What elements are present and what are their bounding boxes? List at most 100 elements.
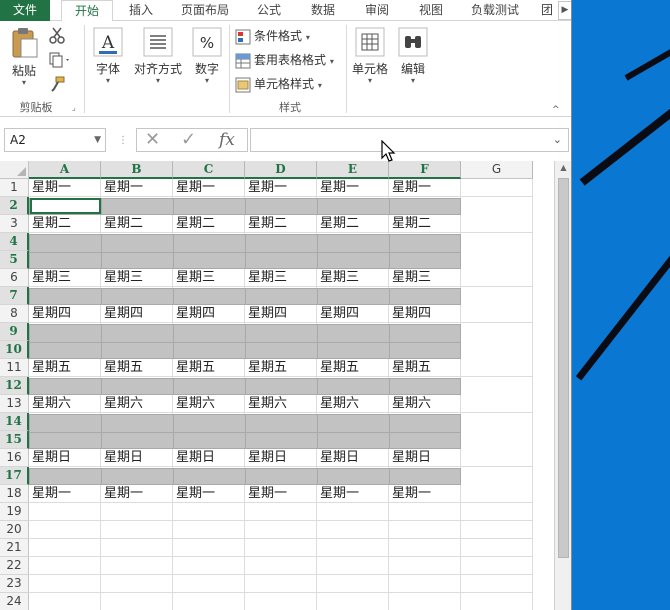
font-button[interactable]: A 字体 ▾ [90,27,126,85]
cancel-icon[interactable]: ✕ [145,129,160,151]
row-header-3[interactable]: 3 [0,215,29,233]
selection-band[interactable] [29,324,461,359]
cell-c1[interactable]: 星期一 [173,179,245,197]
tab-formulas[interactable]: 公式 [246,0,292,21]
cell-f6[interactable]: 星期三 [389,269,461,287]
column-header-d[interactable]: D [245,161,317,179]
row-header-9[interactable]: 9 [0,323,29,341]
conditional-format-button[interactable]: 条件格式 ▾ [235,26,310,46]
tab-insert[interactable]: 插入 [118,0,164,21]
tab-file[interactable]: 文件 [0,0,50,21]
name-box[interactable]: A2 ▼ [4,128,106,152]
cell-d13[interactable]: 星期六 [245,395,317,413]
scrollbar-thumb[interactable] [558,178,569,558]
row-header-2[interactable]: 2 [0,197,29,215]
cell-f3[interactable]: 星期二 [389,215,461,233]
copy-button[interactable] [48,51,74,71]
row-header-10[interactable]: 10 [0,341,29,359]
cell-d8[interactable]: 星期四 [245,305,317,323]
row-header-20[interactable]: 20 [0,521,29,539]
cell-e18[interactable]: 星期一 [317,485,389,503]
column-header-a[interactable]: A [29,161,101,179]
cells-button[interactable]: 单元格 ▾ [350,27,390,85]
row-header-13[interactable]: 13 [0,395,29,413]
cell-c3[interactable]: 星期二 [173,215,245,233]
cell-b8[interactable]: 星期四 [101,305,173,323]
cell-d1[interactable]: 星期一 [245,179,317,197]
cell-f16[interactable]: 星期日 [389,449,461,467]
tab-scroll-right-button[interactable]: ▶ [558,1,571,20]
column-header-b[interactable]: B [101,161,173,179]
cell-f1[interactable]: 星期一 [389,179,461,197]
paste-button[interactable]: 粘贴 ▾ [6,27,42,87]
active-cell[interactable] [30,198,101,214]
collapse-ribbon-icon[interactable]: ^ [552,105,560,115]
cell-b13[interactable]: 星期六 [101,395,173,413]
row-header-23[interactable]: 23 [0,575,29,593]
cell-c13[interactable]: 星期六 [173,395,245,413]
cell-a1[interactable]: 星期一 [29,179,101,197]
scroll-up-icon[interactable]: ▲ [557,163,570,176]
tab-home[interactable]: 开始 [61,0,113,22]
selection-band[interactable] [29,414,461,449]
tab-review[interactable]: 审阅 [354,0,400,21]
selection-band[interactable] [29,234,461,269]
row-header-18[interactable]: 18 [0,485,29,503]
row-header-8[interactable]: 8 [0,305,29,323]
cut-button[interactable] [48,27,70,47]
row-header-21[interactable]: 21 [0,539,29,557]
cell-b1[interactable]: 星期一 [101,179,173,197]
cell-e3[interactable]: 星期二 [317,215,389,233]
cell-a6[interactable]: 星期三 [29,269,101,287]
cell-e11[interactable]: 星期五 [317,359,389,377]
tab-team[interactable]: 团 [536,0,558,21]
format-as-table-button[interactable]: 套用表格格式 ▾ [235,50,334,70]
cell-f18[interactable]: 星期一 [389,485,461,503]
cell-c8[interactable]: 星期四 [173,305,245,323]
row-header-11[interactable]: 11 [0,359,29,377]
tab-page-layout[interactable]: 页面布局 [172,0,238,21]
row-header-19[interactable]: 19 [0,503,29,521]
column-header-e[interactable]: E [317,161,389,179]
tab-data[interactable]: 数据 [300,0,346,21]
dialog-launcher-icon[interactable]: ⌟ [72,103,76,112]
row-header-14[interactable]: 14 [0,413,29,431]
tab-view[interactable]: 视图 [408,0,454,21]
cell-b6[interactable]: 星期三 [101,269,173,287]
row-header-22[interactable]: 22 [0,557,29,575]
row-header-6[interactable]: 6 [0,269,29,287]
insert-function-button[interactable]: fx [219,129,235,151]
cell-c6[interactable]: 星期三 [173,269,245,287]
cell-d11[interactable]: 星期五 [245,359,317,377]
check-icon[interactable]: ✓ [181,129,196,151]
cell-d16[interactable]: 星期日 [245,449,317,467]
row-header-7[interactable]: 7 [0,287,29,305]
cell-a3[interactable]: 星期二 [29,215,101,233]
row-header-16[interactable]: 16 [0,449,29,467]
cell-f11[interactable]: 星期五 [389,359,461,377]
formula-input[interactable]: ⌄ [250,128,569,152]
row-header-17[interactable]: 17 [0,467,29,485]
row-header-4[interactable]: 4 [0,233,29,251]
column-header-f[interactable]: F [389,161,461,179]
cell-e6[interactable]: 星期三 [317,269,389,287]
format-painter-button[interactable] [48,75,70,95]
cell-c16[interactable]: 星期日 [173,449,245,467]
cell-e1[interactable]: 星期一 [317,179,389,197]
cell-a18[interactable]: 星期一 [29,485,101,503]
row-header-15[interactable]: 15 [0,431,29,449]
cell-b3[interactable]: 星期二 [101,215,173,233]
selection-band[interactable] [29,288,461,305]
column-header-c[interactable]: C [173,161,245,179]
alignment-button[interactable]: 对齐方式 ▾ [132,27,184,85]
cell-a16[interactable]: 星期日 [29,449,101,467]
cell-a11[interactable]: 星期五 [29,359,101,377]
cell-f13[interactable]: 星期六 [389,395,461,413]
cell-f8[interactable]: 星期四 [389,305,461,323]
selection-band[interactable] [29,468,461,485]
selection-band[interactable] [29,378,461,395]
cell-b11[interactable]: 星期五 [101,359,173,377]
cell-styles-button[interactable]: 单元格样式 ▾ [235,74,322,94]
cell-a8[interactable]: 星期四 [29,305,101,323]
cell-d6[interactable]: 星期三 [245,269,317,287]
